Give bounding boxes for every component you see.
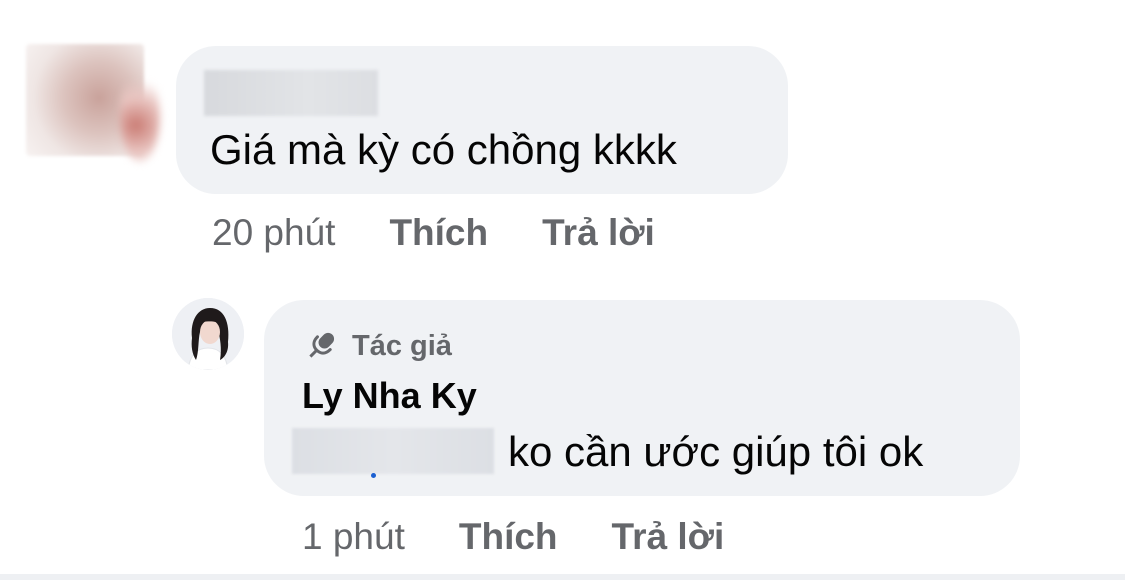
author-badge-label: Tác giả (352, 329, 452, 362)
reply-reply-button[interactable]: Trả lời (612, 516, 725, 558)
reply-timestamp[interactable]: 1 phút (302, 516, 405, 558)
mention-link-dot (371, 473, 376, 478)
comment-timestamp[interactable]: 20 phút (212, 212, 335, 254)
reply-like-button[interactable]: Thích (459, 516, 558, 558)
cropped-text-fragment: · (160, 0, 170, 12)
avatar-blur-edge (120, 70, 160, 162)
reply-actions: 1 phút Thích Trả lời (302, 514, 724, 560)
bottom-divider (0, 574, 1125, 580)
like-button[interactable]: Thích (389, 212, 488, 254)
reply-text: ko cần ước giúp tôi ok (508, 428, 924, 475)
reply-button[interactable]: Trả lời (542, 212, 655, 254)
comment-actions: 20 phút Thích Trả lời (212, 210, 655, 256)
commenter-name-redacted[interactable] (204, 70, 378, 116)
comment-text: Giá mà kỳ có chồng kkkk (210, 126, 677, 173)
author-avatar[interactable] (172, 298, 244, 370)
reply-author-name[interactable]: Ly Nha Ky (302, 374, 477, 418)
microphone-icon (302, 327, 340, 365)
mention-tag-redacted[interactable] (292, 428, 494, 474)
author-badge: Tác giả (302, 326, 452, 366)
author-avatar-image (172, 298, 244, 370)
